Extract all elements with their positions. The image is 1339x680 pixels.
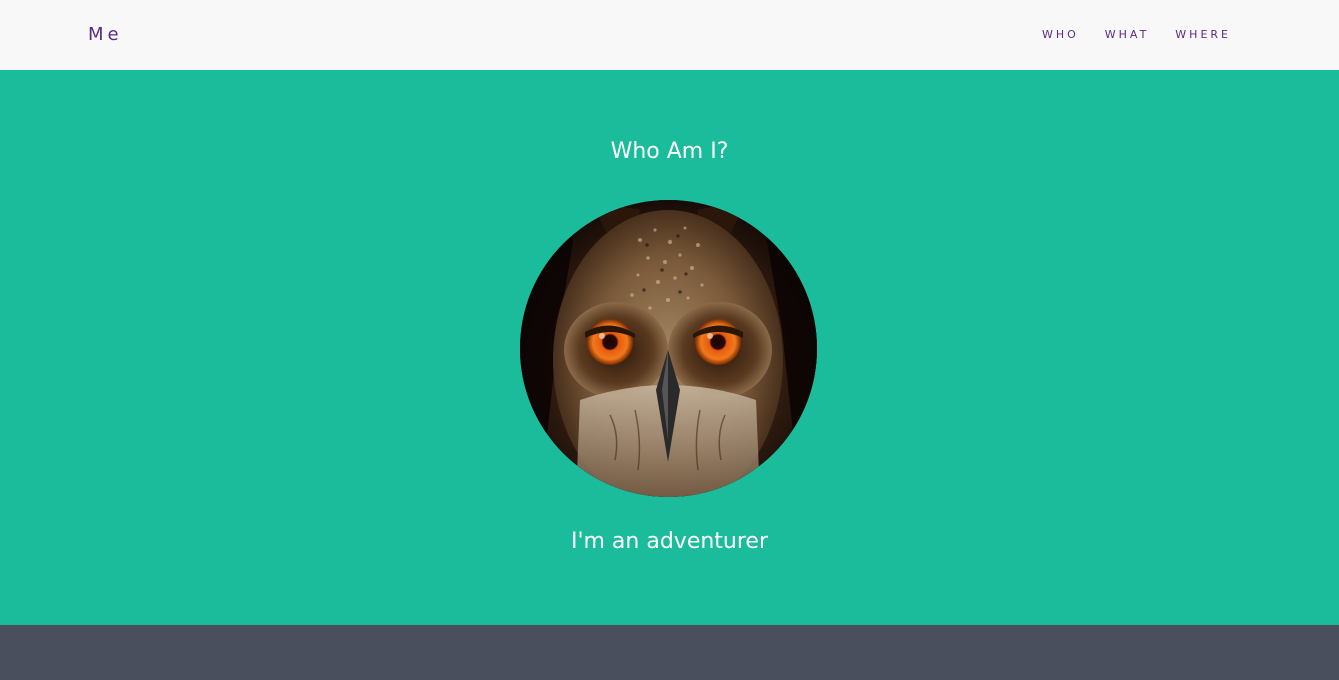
nav-link-who[interactable]: WHO bbox=[1042, 27, 1079, 43]
owl-illustration bbox=[520, 200, 817, 497]
next-section bbox=[0, 625, 1339, 680]
avatar-owl-image bbox=[520, 200, 817, 497]
nav-link-where[interactable]: WHERE bbox=[1175, 27, 1231, 43]
nav-link-what[interactable]: WHAT bbox=[1105, 27, 1150, 43]
hero-title: Who Am I? bbox=[610, 139, 729, 164]
brand-link[interactable]: Me bbox=[88, 22, 123, 48]
top-navbar: Me WHO WHAT WHERE bbox=[0, 0, 1339, 70]
nav-links: WHO WHAT WHERE bbox=[1042, 27, 1231, 43]
hero-section: Who Am I? I'm an adventurer bbox=[0, 70, 1339, 625]
hero-subtitle: I'm an adventurer bbox=[570, 529, 769, 554]
